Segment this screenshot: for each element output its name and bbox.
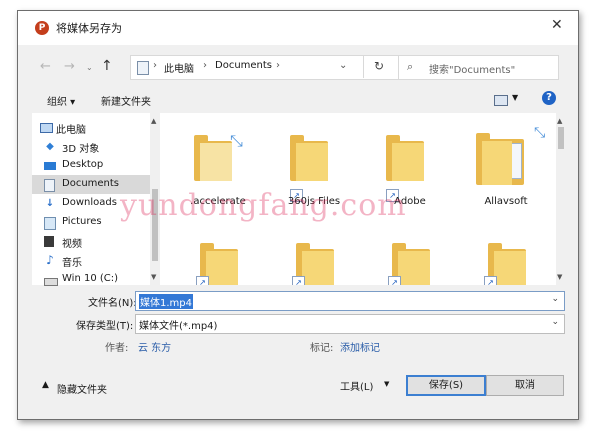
recent-locations-icon[interactable]: ⌄ [86,63,93,72]
tools-menu[interactable]: 工具(L) [340,378,373,393]
view-dropdown-icon[interactable]: ▼ [512,93,518,102]
up-button[interactable]: ↑ [101,58,113,74]
pictures-icon [44,217,56,230]
search-icon: ⌕ [407,60,414,73]
breadcrumb-documents[interactable]: Documents [215,60,272,71]
add-tags-link[interactable]: 添加标记 [340,339,380,354]
author-value[interactable]: 云 东方 [138,339,171,354]
file-name: Allavsoft [484,196,528,207]
watermark-text: yundongfang.com [120,188,407,223]
sidebar-item-label: Desktop [62,159,104,170]
back-button[interactable]: ← [40,59,51,74]
sidebar-item-label: 此电脑 [56,125,86,136]
desktop-icon [44,162,56,170]
shortcut-arrow-icon: ↗ [292,276,305,285]
forward-button[interactable]: → [64,59,75,74]
sync-arrows-icon: ⤡ [230,131,243,150]
sidebar-item-label: Win 10 (C:) [62,273,119,284]
collapse-chevron-icon[interactable]: ▲ [42,380,49,390]
refresh-button[interactable]: ↻ [363,55,394,78]
filename-input[interactable]: 媒体1.mp4 ⌄ [135,291,565,311]
sidebar-item-label: Downloads [62,197,117,208]
breadcrumb-separator-icon: › [203,60,207,71]
folder-icon [476,133,524,185]
tools-dropdown-icon[interactable]: ▼ [384,380,389,388]
address-bar[interactable]: › 此电脑 › Documents › ⌄ [130,55,400,80]
drive-icon [44,278,58,286]
folder-icon [386,135,424,181]
file-item[interactable]: ⤡ Allavsoft [456,113,556,213]
breadcrumb-separator-icon: › [153,60,157,71]
filetype-label: 保存类型(T): [76,321,134,332]
video-icon [44,236,54,247]
sidebar-item-label: 音乐 [62,258,82,269]
sidebar-item-label: 视频 [62,239,82,250]
author-label: 作者: [105,343,129,354]
scroll-up-icon[interactable]: ▲ [557,117,562,125]
search-placeholder: 搜索"Documents" [429,65,516,76]
sidebar-item-3d-objects[interactable]: ◆ 3D 对象 [32,137,150,156]
file-list-scrollbar[interactable]: ▲ ▼ [556,113,566,285]
sidebar-item-drive-c[interactable]: Win 10 (C:) [32,270,150,289]
scroll-up-icon[interactable]: ▲ [151,117,156,125]
address-dropdown-icon[interactable]: ⌄ [339,60,347,71]
dialog-title: 将媒体另存为 [56,22,122,35]
save-button[interactable]: 保存(S) [406,375,486,396]
sidebar-item-desktop[interactable]: Desktop [32,156,150,175]
close-icon[interactable]: ✕ [551,17,563,33]
tags-label: 标记: [310,343,334,354]
sidebar-item-label: Pictures [62,216,102,227]
pc-icon [40,123,53,133]
command-bar: 组织 ▾ 新建文件夹 ▼ ? [18,87,578,113]
filename-dropdown-icon[interactable]: ⌄ [551,294,559,304]
search-input[interactable]: ⌕ 搜索"Documents" [398,55,559,80]
folder-icon [194,135,232,181]
scroll-down-icon[interactable]: ▼ [151,273,156,281]
powerpoint-icon: P [35,21,49,35]
scroll-down-icon[interactable]: ▼ [557,273,562,281]
help-icon[interactable]: ? [542,91,556,105]
sidebar-item-videos[interactable]: 视频 [32,232,150,251]
sidebar-item-label: Documents [62,178,120,189]
documents-location-icon [137,61,149,75]
filetype-select[interactable]: 媒体文件(*.mp4) ⌄ [135,314,565,334]
scroll-thumb[interactable] [558,127,564,149]
new-folder-button[interactable]: 新建文件夹 [101,93,151,108]
sidebar-item-this-pc[interactable]: 此电脑 [32,118,150,137]
breadcrumb-this-pc[interactable]: 此电脑 [164,60,194,75]
hide-folders-toggle[interactable]: 隐藏文件夹 [57,381,107,396]
shortcut-arrow-icon: ↗ [484,276,497,285]
music-icon: ♪ [46,253,54,267]
cancel-button[interactable]: 取消 [486,375,564,396]
3d-objects-icon: ◆ [46,141,54,152]
sidebar-item-music[interactable]: ♪ 音乐 [32,251,150,270]
filetype-value: 媒体文件(*.mp4) [139,321,218,332]
shortcut-arrow-icon: ↗ [388,276,401,285]
filetype-dropdown-icon[interactable]: ⌄ [551,317,559,327]
title-bar: P 将媒体另存为 ✕ [18,11,578,45]
filename-value: 媒体1.mp4 [139,294,193,309]
sidebar-item-label: 3D 对象 [62,144,100,155]
breadcrumb-separator-icon: › [276,60,280,71]
shortcut-arrow-icon: ↗ [196,276,209,285]
download-icon: ↓ [45,198,55,209]
view-options-icon[interactable] [494,95,508,106]
sync-arrows-icon: ⤡ [534,125,546,141]
organize-menu[interactable]: 组织 ▾ [47,93,75,108]
filename-label: 文件名(N): [88,298,137,309]
documents-icon [44,179,55,192]
folder-icon [290,135,328,181]
